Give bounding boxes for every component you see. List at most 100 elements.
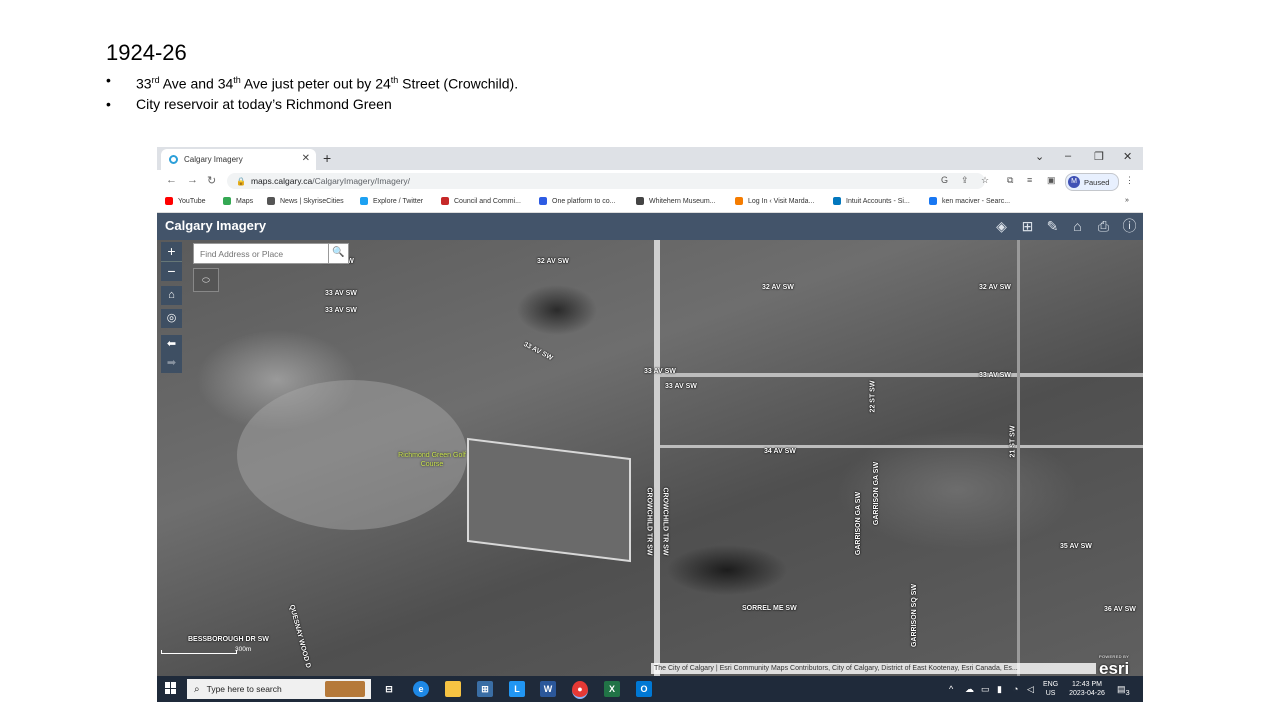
notification-icon[interactable]: ▤3 (1117, 684, 1130, 697)
share-icon[interactable]: ⇪ (961, 175, 969, 186)
tab-calgary-imagery[interactable]: Calgary Imagery ✕ (161, 149, 316, 170)
bookmark-item[interactable]: YouTube (165, 197, 206, 205)
map-attribution[interactable]: The City of Calgary | Esri Community Map… (651, 663, 1096, 674)
side-panel-icon[interactable]: ▣ (1047, 175, 1056, 186)
maps-icon (223, 197, 231, 205)
street-label: 32 AV SW (979, 284, 1011, 291)
road-34-av (660, 445, 1143, 448)
menu-icon[interactable]: ⋮ (1125, 175, 1134, 186)
close-tab-icon[interactable]: ✕ (302, 153, 310, 164)
bullet-list: • 33rd Ave and 34th Ave just peter out b… (106, 70, 518, 114)
search-icon[interactable]: 🔍 (328, 244, 348, 263)
street-label: SORREL ME SW (742, 605, 797, 612)
word-icon[interactable]: W (540, 681, 556, 697)
slide-title: 1924-26 (106, 40, 187, 65)
home-button[interactable]: ⌂ (161, 286, 182, 305)
bookmark-item[interactable]: Whitehern Museum... (636, 197, 716, 205)
more-bookmarks-button[interactable]: » (1125, 197, 1129, 204)
youtube-icon (165, 197, 173, 205)
address-bar[interactable]: 🔒 maps.calgary.ca/CalgaryImagery/Imagery… (227, 173, 985, 189)
task-view-icon[interactable]: ⊟ (381, 681, 397, 697)
outlook-icon[interactable]: O (636, 681, 652, 697)
info-icon[interactable]: ⓘ (1121, 218, 1138, 235)
file-explorer-icon[interactable] (445, 681, 461, 697)
excel-icon[interactable]: X (604, 681, 620, 697)
url-path: /CalgaryImagery/Imagery/ (312, 176, 411, 186)
lock-icon: 🔒 (236, 176, 246, 186)
search-input[interactable] (194, 245, 339, 263)
extension-icon[interactable]: ⧉ (1007, 175, 1013, 186)
forward-icon[interactable]: → (187, 174, 198, 186)
profile-button[interactable]: M Paused (1065, 173, 1119, 191)
onedrive-icon[interactable]: ☁ (965, 684, 974, 695)
zoom-out-button[interactable]: − (161, 261, 182, 281)
print-icon[interactable]: ⎙ (1095, 218, 1112, 235)
poi-label[interactable]: Richmond Green Golf Course (387, 451, 477, 469)
map-search: 🔍 (193, 243, 349, 264)
language-indicator[interactable]: ENG US (1043, 680, 1058, 698)
windows-taskbar: ⌕ Type here to search ⊟ e ⊞ L W ● X O ^ … (157, 676, 1143, 702)
locate-button[interactable]: ◎ (161, 309, 182, 328)
next-extent-button[interactable]: ➡ (161, 354, 182, 373)
bookmarks-bar: YouTube Maps News | SkyriseCities Explor… (157, 192, 1143, 213)
bookmark-item[interactable]: News | SkyriseCities (267, 197, 344, 205)
l-app-icon[interactable]: L (509, 681, 525, 697)
crowchild-road (654, 240, 660, 676)
media-icon[interactable]: ≡ (1027, 175, 1032, 185)
street-label: 33 AV SW (979, 372, 1011, 379)
battery-icon[interactable]: ▮ (997, 684, 1002, 695)
bookmark-item[interactable]: Council and Commi... (441, 197, 521, 205)
street-label: 22 ST SW (869, 380, 877, 413)
street-label: GARRISON GA SW (873, 461, 881, 526)
education-icon[interactable]: ⌂ (1069, 218, 1086, 235)
street-label: QUESNAY WOOD D (287, 604, 312, 669)
bookmark-item[interactable]: Intuit Accounts - Si... (833, 197, 910, 205)
taskbar-search-placeholder: Type here to search (206, 684, 282, 694)
minimize-icon[interactable]: – (1065, 150, 1071, 162)
back-icon[interactable]: ← (166, 174, 177, 186)
chrome-icon[interactable]: ● (572, 681, 588, 699)
bullet-text: City reservoir at today’s Richmond Green (136, 95, 392, 112)
chevron-up-icon[interactable]: ^ (949, 684, 953, 694)
aerial-map[interactable]: 32 AV SW 32 AV SW 32 AV SW 32 AV SW 33 A… (157, 240, 1143, 676)
bullet-item: • 33rd Ave and 34th Ave just peter out b… (106, 72, 519, 92)
new-tab-button[interactable]: + (323, 150, 331, 166)
window-close-icon[interactable]: ✕ (1123, 150, 1132, 163)
esri-logo[interactable]: POWERED BY esri (1099, 654, 1129, 676)
reload-icon[interactable]: ↻ (207, 174, 216, 187)
edge-icon[interactable]: e (413, 681, 429, 697)
bookmark-item[interactable]: Maps (223, 197, 253, 205)
measure-icon[interactable]: ✎ (1044, 218, 1061, 235)
taskbar-search[interactable]: ⌕ Type here to search (187, 679, 371, 699)
bookmark-item[interactable]: Log In ‹ Visit Marda... (735, 197, 814, 205)
google-icon[interactable]: G (941, 175, 948, 185)
browser-screenshot: Calgary Imagery ✕ + ⌄ – ❐ ✕ ← → ↻ 🔒 maps… (157, 147, 1143, 702)
layers-icon[interactable]: ◈ (993, 218, 1010, 235)
basemap-toggle-button[interactable]: ⬭ (193, 268, 219, 292)
street-label: GARRISON SQ SW (911, 583, 919, 648)
zoom-platform-icon (539, 197, 547, 205)
street-label: CROWCHILD TR SW (661, 487, 669, 556)
bookmark-item[interactable]: ken maciver - Searc... (929, 197, 1010, 205)
bullet-text: 33rd Ave and 34th Ave just peter out by … (136, 75, 519, 92)
bookmark-item[interactable]: One platform to co... (539, 197, 615, 205)
street-label: 33 AV SW (522, 340, 554, 363)
restore-icon[interactable]: ❐ (1094, 150, 1104, 163)
store-icon[interactable]: ⊞ (477, 681, 493, 697)
tab-search-icon[interactable]: ⌄ (1035, 150, 1044, 163)
previous-extent-button[interactable]: ⬅ (161, 335, 182, 354)
volume-icon[interactable]: ◁ (1027, 684, 1034, 695)
locate-icon: ◎ (166, 312, 177, 324)
street-label: 34 AV SW (764, 448, 796, 455)
app-title: Calgary Imagery (165, 218, 267, 233)
bookmark-item[interactable]: Explore / Twitter (360, 197, 423, 205)
council-icon (441, 197, 449, 205)
wifi-icon[interactable]: ◔ (1013, 684, 1018, 694)
tab-title: Calgary Imagery (184, 155, 243, 164)
windows-start-icon[interactable] (165, 682, 177, 694)
zoom-in-button[interactable]: + (161, 242, 182, 261)
swipe-icon[interactable]: ⊞ (1019, 218, 1036, 235)
clock[interactable]: 12:43 PM 2023-04-26 (1067, 680, 1107, 698)
network-icon[interactable]: ▭ (981, 684, 990, 695)
bookmark-star-icon[interactable]: ☆ (981, 175, 989, 186)
